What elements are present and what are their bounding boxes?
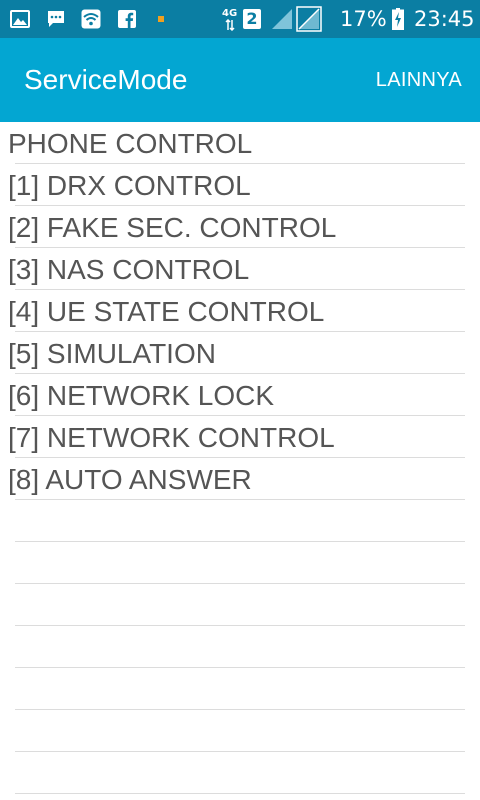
screen: 4G 2 17% 23:45 ServiceMode LAINNYA PHONE… [0, 0, 480, 800]
list-item [0, 668, 480, 710]
signal-empty-icon [296, 0, 322, 38]
battery-percent: 17% [340, 7, 387, 31]
list-item [0, 584, 480, 626]
list-item[interactable]: [1] DRX CONTROL [0, 164, 480, 206]
list-item-label: [6] NETWORK LOCK [8, 380, 275, 411]
list-item [0, 542, 480, 584]
clock: 23:45 [414, 7, 475, 31]
notification-dot-icon [156, 0, 166, 38]
divider [15, 793, 465, 794]
list-item[interactable]: [5] SIMULATION [0, 332, 480, 374]
chat-icon [45, 0, 67, 38]
list-item-label: PHONE CONTROL [8, 128, 253, 159]
list-item [0, 626, 480, 668]
list-item [0, 500, 480, 542]
list-item[interactable]: [2] FAKE SEC. CONTROL [0, 206, 480, 248]
list-item[interactable]: [3] NAS CONTROL [0, 248, 480, 290]
list-item[interactable]: [8] AUTO ANSWER [0, 458, 480, 500]
wifi-icon [80, 0, 102, 38]
menu-list: PHONE CONTROL [1] DRX CONTROL [2] FAKE SEC… [0, 122, 480, 794]
list-header: PHONE CONTROL [0, 122, 480, 164]
gallery-icon [9, 0, 31, 38]
action-bar: ServiceMode LAINNYA [0, 38, 480, 122]
signal-icon [270, 0, 294, 38]
list-item[interactable]: [4] UE STATE CONTROL [0, 290, 480, 332]
list-item [0, 710, 480, 752]
overflow-menu-button[interactable]: LAINNYA [376, 38, 462, 122]
list-item[interactable]: [6] NETWORK LOCK [0, 374, 480, 416]
app-title: ServiceMode [24, 64, 188, 95]
list-item [0, 752, 480, 794]
list-item-label: [7] NETWORK CONTROL [8, 422, 335, 453]
list-item-label: [8] AUTO ANSWER [8, 464, 252, 495]
list-item-label: [3] NAS CONTROL [8, 254, 250, 285]
list-item[interactable]: [7] NETWORK CONTROL [0, 416, 480, 458]
data-arrows-icon [224, 18, 236, 32]
list-item-label: [4] UE STATE CONTROL [8, 296, 325, 327]
list-item-label: [5] SIMULATION [8, 338, 216, 369]
list-item-label: [2] FAKE SEC. CONTROL [8, 212, 337, 243]
status-bar: 4G 2 17% 23:45 [0, 0, 480, 38]
list-item-label: [1] DRX CONTROL [8, 170, 251, 201]
battery-charging-icon [390, 0, 406, 38]
sim-slot-label: 2 [246, 9, 258, 28]
facebook-icon [116, 0, 138, 38]
sim-2-icon: 2 [242, 0, 262, 38]
